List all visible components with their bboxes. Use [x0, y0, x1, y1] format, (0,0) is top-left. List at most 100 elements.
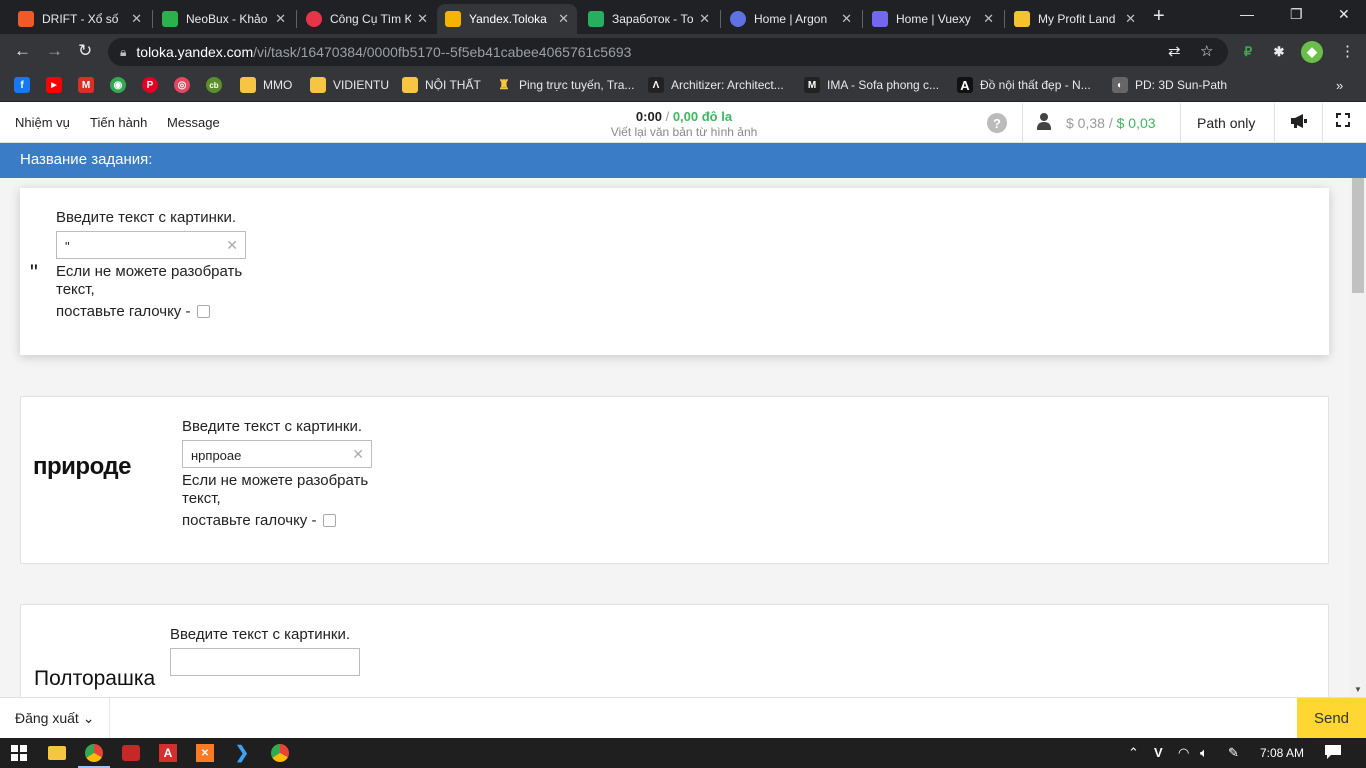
bookmark-ping[interactable]: ♜ Ping trực tuyến, Tra...: [496, 77, 634, 93]
neobux-favicon-icon: [162, 11, 178, 27]
notifications-icon[interactable]: [1325, 745, 1341, 762]
close-tab-icon[interactable]: ✕: [417, 11, 428, 27]
vscode-icon[interactable]: ❯: [232, 743, 252, 763]
task-timer: 0:00: [635, 109, 662, 124]
bookmark-pinterest[interactable]: P: [142, 77, 165, 93]
back-arrow-icon[interactable]: ←: [14, 41, 31, 61]
bookmark-folder-vidientu[interactable]: VIDIENTU: [310, 77, 389, 93]
bookmark-do-noi-that[interactable]: A Đồ nội thất đẹp - N...: [957, 77, 1091, 93]
close-tab-icon[interactable]: ✕: [131, 11, 142, 27]
profile-avatar[interactable]: ◆: [1301, 41, 1323, 63]
clear-input-icon[interactable]: ✕: [226, 236, 238, 254]
unreadable-checkbox[interactable]: [322, 514, 336, 527]
youtube-icon: ▶: [46, 77, 62, 93]
nav-in-progress[interactable]: Tiến hành: [90, 115, 147, 130]
bookmark-star-icon[interactable]: ☆: [1200, 42, 1213, 60]
tab-zarabotok[interactable]: Заработок - То ✕: [580, 4, 718, 34]
tab-yandex-toloka[interactable]: Yandex.Toloka ✕: [437, 4, 577, 34]
remote-app-icon[interactable]: [121, 743, 141, 763]
nav-tasks[interactable]: Nhiệm vụ: [15, 115, 70, 130]
unreadable-hint: Если не можете разобрать текст,: [182, 472, 369, 507]
fullscreen-icon[interactable]: [1336, 113, 1350, 132]
bookmark-folder-noi-that[interactable]: NỘI THẤT: [402, 77, 481, 93]
reload-icon[interactable]: ↻: [78, 41, 92, 61]
close-tab-icon[interactable]: ✕: [983, 11, 994, 27]
task-status: 0:00 / 0,00 đô la Viết lại văn bản từ hì…: [560, 109, 808, 139]
letter-a-icon: A: [957, 77, 973, 93]
scroll-down-icon[interactable]: ▼: [1354, 685, 1362, 694]
tab-argon[interactable]: Home | Argon ✕: [722, 4, 860, 34]
tab-drift[interactable]: DRIFT - Xổ số ✕: [10, 4, 150, 34]
megaphone-icon[interactable]: [1290, 113, 1308, 134]
close-tab-icon[interactable]: ✕: [699, 11, 710, 27]
task-card: природе Введите текст с картинки. нрпроа…: [20, 396, 1329, 564]
unreadable-checkbox[interactable]: [196, 305, 210, 318]
forward-arrow-icon[interactable]: →: [46, 41, 63, 61]
close-tab-icon[interactable]: ✕: [558, 11, 569, 27]
logout-button[interactable]: Đăng xuất ⌄: [15, 710, 94, 727]
scrollbar-thumb[interactable]: [1352, 178, 1364, 293]
ruble-extension-icon[interactable]: ₽: [1237, 41, 1259, 63]
argon-favicon-icon: [730, 11, 746, 27]
lock-icon: 🔒︎: [120, 44, 127, 59]
close-tab-icon[interactable]: ✕: [841, 11, 852, 27]
close-tab-icon[interactable]: ✕: [275, 11, 286, 27]
menu-kebab-icon[interactable]: ⋮: [1340, 42, 1355, 60]
acrobat-icon[interactable]: A: [158, 743, 178, 763]
page-scrollbar[interactable]: ▲ ▼: [1350, 178, 1366, 697]
folder-icon: [240, 77, 256, 93]
task-earned: 0,00 đô la: [672, 109, 733, 124]
tab-vuexy[interactable]: Home | Vuexy ✕: [864, 4, 1002, 34]
pen-icon[interactable]: ✎: [1228, 745, 1239, 761]
balance-display[interactable]: $ 0,38 / $ 0,03: [1066, 115, 1156, 131]
bookmark-facebook[interactable]: f: [14, 77, 37, 93]
volume-icon[interactable]: 🔈︎: [1200, 745, 1208, 761]
address-bar[interactable]: 🔒︎ toloka.yandex.com/vi/task/16470384/00…: [108, 38, 1228, 66]
tab-cong-cu[interactable]: Công Cụ Tìm K ✕: [298, 4, 436, 34]
wifi-icon[interactable]: ◠: [1178, 745, 1189, 761]
extensions-puzzle-icon[interactable]: ✱: [1268, 41, 1290, 63]
new-tab-button[interactable]: +: [1153, 5, 1165, 28]
input-label: Введите текст с картинки.: [170, 626, 351, 643]
tray-expand-icon[interactable]: ⌃: [1128, 745, 1139, 761]
clear-input-icon[interactable]: ✕: [352, 445, 364, 463]
captcha-image: Полторашка: [34, 667, 156, 690]
unreadable-hint: Если не можете разобрать текст,: [56, 263, 243, 298]
text-input[interactable]: " ✕: [56, 231, 246, 259]
send-button[interactable]: Send: [1297, 698, 1366, 739]
chrome-icon[interactable]: [78, 743, 110, 768]
text-input[interactable]: [170, 648, 360, 676]
xampp-icon[interactable]: ✕: [195, 743, 215, 763]
bookmark-gmail[interactable]: M: [78, 77, 101, 93]
chevron-down-icon: ⌄: [82, 710, 95, 726]
bookmark-target[interactable]: ◎: [174, 77, 197, 93]
profit-land-favicon-icon: [1014, 11, 1030, 27]
help-icon[interactable]: ?: [987, 113, 1007, 133]
input-label: Введите текст с картинки.: [56, 209, 237, 226]
bookmarks-overflow-icon[interactable]: »: [1336, 78, 1343, 93]
tab-neobux[interactable]: NeoBux - Khảo ✕: [154, 4, 294, 34]
minimize-icon[interactable]: —: [1240, 6, 1254, 22]
tab-my-profit-land[interactable]: My Profit Land ✕: [1006, 4, 1144, 34]
nav-message[interactable]: Message: [167, 115, 220, 130]
close-window-icon[interactable]: ✕: [1338, 6, 1350, 23]
bookmark-sun-path[interactable]: ◐ PD: 3D Sun-Path: [1112, 77, 1227, 93]
close-tab-icon[interactable]: ✕: [1125, 11, 1136, 27]
restore-icon[interactable]: ❐: [1290, 6, 1303, 23]
bookmark-ima[interactable]: M IMA - Sofa phong c...: [804, 77, 939, 93]
path-only-button[interactable]: Path only: [1197, 115, 1255, 131]
bookmark-folder-mmo[interactable]: MMO: [240, 77, 292, 93]
chrome-secondary-icon[interactable]: [270, 743, 290, 763]
windows-start-icon[interactable]: [9, 743, 29, 763]
toloka-footer: Đăng xuất ⌄ Send: [0, 697, 1366, 739]
input-language[interactable]: V: [1154, 745, 1163, 760]
text-input[interactable]: нрпроае ✕: [182, 440, 372, 468]
bookmark-youtube[interactable]: ▶: [46, 77, 69, 93]
file-explorer-icon[interactable]: [47, 743, 67, 763]
bookmark-architizer[interactable]: Λ Architizer: Architect...: [648, 77, 784, 93]
bookmark-cb[interactable]: cb: [206, 77, 229, 93]
user-icon[interactable]: [1036, 112, 1052, 135]
clock[interactable]: 7:08 AM: [1260, 746, 1304, 760]
translate-icon[interactable]: ⇄: [1168, 42, 1181, 60]
bookmark-maps[interactable]: ◉: [110, 77, 133, 93]
